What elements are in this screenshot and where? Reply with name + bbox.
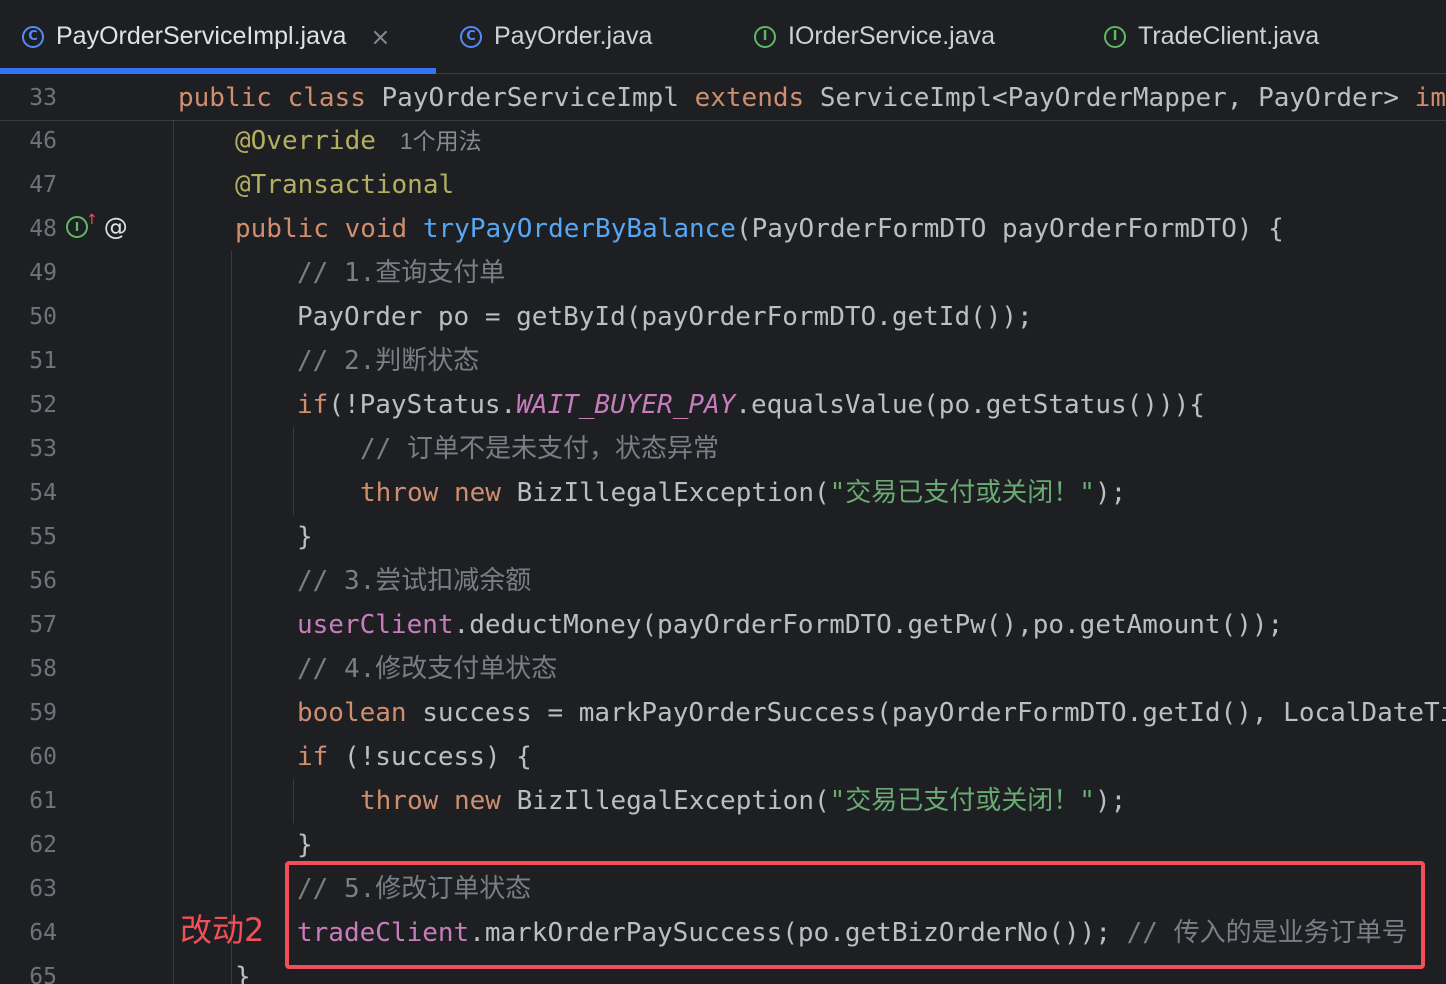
code-text: public class PayOrderServiceImpl extends… — [178, 83, 1446, 113]
code-text: boolean success = markPayOrderSuccess(pa… — [297, 698, 1446, 728]
code-line[interactable]: 60 if (!success) { — [0, 735, 1446, 779]
code-comment: // 1.查询支付单 — [297, 258, 506, 288]
code-line[interactable]: 46 @Override 1个用法 — [0, 119, 1446, 163]
class-icon: C — [460, 25, 482, 48]
code-text: public void tryPayOrderByBalance(PayOrde… — [235, 214, 1284, 244]
code-line[interactable]: 48 public void tryPayOrderByBalance(PayO… — [0, 207, 1446, 251]
highlight-box — [285, 861, 1425, 969]
code-text: } — [235, 962, 251, 984]
code-text: @Override 1个用法 — [235, 126, 482, 156]
code-text: PayOrder po = getById(payOrderFormDTO.ge… — [297, 302, 1033, 332]
code-text: userClient.deductMoney(payOrderFormDTO.g… — [297, 610, 1284, 640]
implements-icon[interactable]: I — [66, 216, 88, 238]
code-text: if(!PayStatus.WAIT_BUYER_PAY.equalsValue… — [297, 390, 1205, 420]
code-line[interactable]: 47 @Transactional — [0, 163, 1446, 207]
tab-tradeclient[interactable]: I TradeClient.java — [1104, 0, 1319, 73]
code-text: throw new BizIllegalException("交易已支付或关闭！… — [360, 786, 1127, 816]
tab-label: TradeClient.java — [1138, 22, 1320, 50]
line-number: 48 — [29, 216, 57, 242]
line-number: 62 — [29, 832, 57, 858]
arrow-up-icon: ↑ — [86, 212, 98, 228]
line-number: 57 — [29, 612, 57, 638]
code-line[interactable]: 50 PayOrder po = getById(payOrderFormDTO… — [0, 295, 1446, 339]
tab-label: IOrderService.java — [788, 22, 996, 50]
line-number: 54 — [29, 480, 57, 506]
code-text: @Transactional — [235, 170, 455, 200]
tab-iorderservice[interactable]: I IOrderService.java — [754, 0, 995, 73]
code-line[interactable]: 56 // 3.尝试扣减余额 — [0, 559, 1446, 603]
line-number: 61 — [29, 788, 57, 814]
change-annotation-label: 改动2 — [180, 911, 265, 949]
sticky-class-header[interactable]: 33 public class PayOrderServiceImpl exte… — [0, 76, 1446, 120]
gutter-icons[interactable]: I ↑ @ — [66, 212, 128, 242]
line-number: 65 — [29, 964, 57, 984]
line-number: 59 — [29, 700, 57, 726]
line-number: 46 — [29, 128, 57, 154]
line-number: 55 — [29, 524, 57, 550]
code-line[interactable]: 58 // 4.修改支付单状态 — [0, 647, 1446, 691]
code-line[interactable]: 53 // 订单不是未支付，状态异常 — [0, 427, 1446, 471]
at-sign-icon[interactable]: @ — [104, 213, 128, 241]
code-line[interactable]: 49 // 1.查询支付单 — [0, 251, 1446, 295]
interface-icon: I — [754, 25, 776, 48]
code-line[interactable]: 57 userClient.deductMoney(payOrderFormDT… — [0, 603, 1446, 647]
tab-label: PayOrderServiceImpl.java — [56, 22, 347, 50]
code-text: if (!success) { — [297, 742, 532, 772]
line-number: 60 — [29, 744, 57, 770]
code-comment: // 订单不是未支付，状态异常 — [360, 434, 719, 464]
tab-label: PayOrder.java — [494, 22, 653, 50]
line-number: 49 — [29, 260, 57, 286]
line-number: 53 — [29, 436, 57, 462]
tab-payorder[interactable]: C PayOrder.java — [460, 0, 652, 73]
code-line[interactable]: 51 // 2.判断状态 — [0, 339, 1446, 383]
code-comment: // 2.判断状态 — [297, 346, 480, 376]
line-number: 52 — [29, 392, 57, 418]
line-number: 58 — [29, 656, 57, 682]
line-number: 33 — [29, 85, 57, 111]
line-number: 63 — [29, 876, 57, 902]
line-number: 64 — [29, 920, 57, 946]
tab-payorderserviceimpl[interactable]: C PayOrderServiceImpl.java × — [22, 0, 391, 73]
code-comment: // 4.修改支付单状态 — [297, 654, 558, 684]
code-line[interactable]: 52 if(!PayStatus.WAIT_BUYER_PAY.equalsVa… — [0, 383, 1446, 427]
code-line[interactable]: 54 throw new BizIllegalException("交易已支付或… — [0, 471, 1446, 515]
code-comment: // 3.尝试扣减余额 — [297, 566, 532, 596]
usage-hint: 1个用法 — [399, 128, 482, 154]
line-number: 56 — [29, 568, 57, 594]
code-editor[interactable]: 33 public class PayOrderServiceImpl exte… — [0, 74, 1446, 984]
editor-tab-bar: C PayOrderServiceImpl.java × C PayOrder.… — [0, 0, 1446, 74]
code-text: throw new BizIllegalException("交易已支付或关闭！… — [360, 478, 1127, 508]
code-line[interactable]: 59 boolean success = markPayOrderSuccess… — [0, 691, 1446, 735]
line-number: 47 — [29, 172, 57, 198]
code-line[interactable]: 55 } — [0, 515, 1446, 559]
code-line[interactable]: 61 throw new BizIllegalException("交易已支付或… — [0, 779, 1446, 823]
line-number: 50 — [29, 304, 57, 330]
code-text: } — [297, 522, 313, 552]
class-icon: C — [22, 25, 44, 48]
close-icon[interactable]: × — [370, 23, 390, 51]
interface-icon: I — [1104, 25, 1126, 48]
line-number: 51 — [29, 348, 57, 374]
